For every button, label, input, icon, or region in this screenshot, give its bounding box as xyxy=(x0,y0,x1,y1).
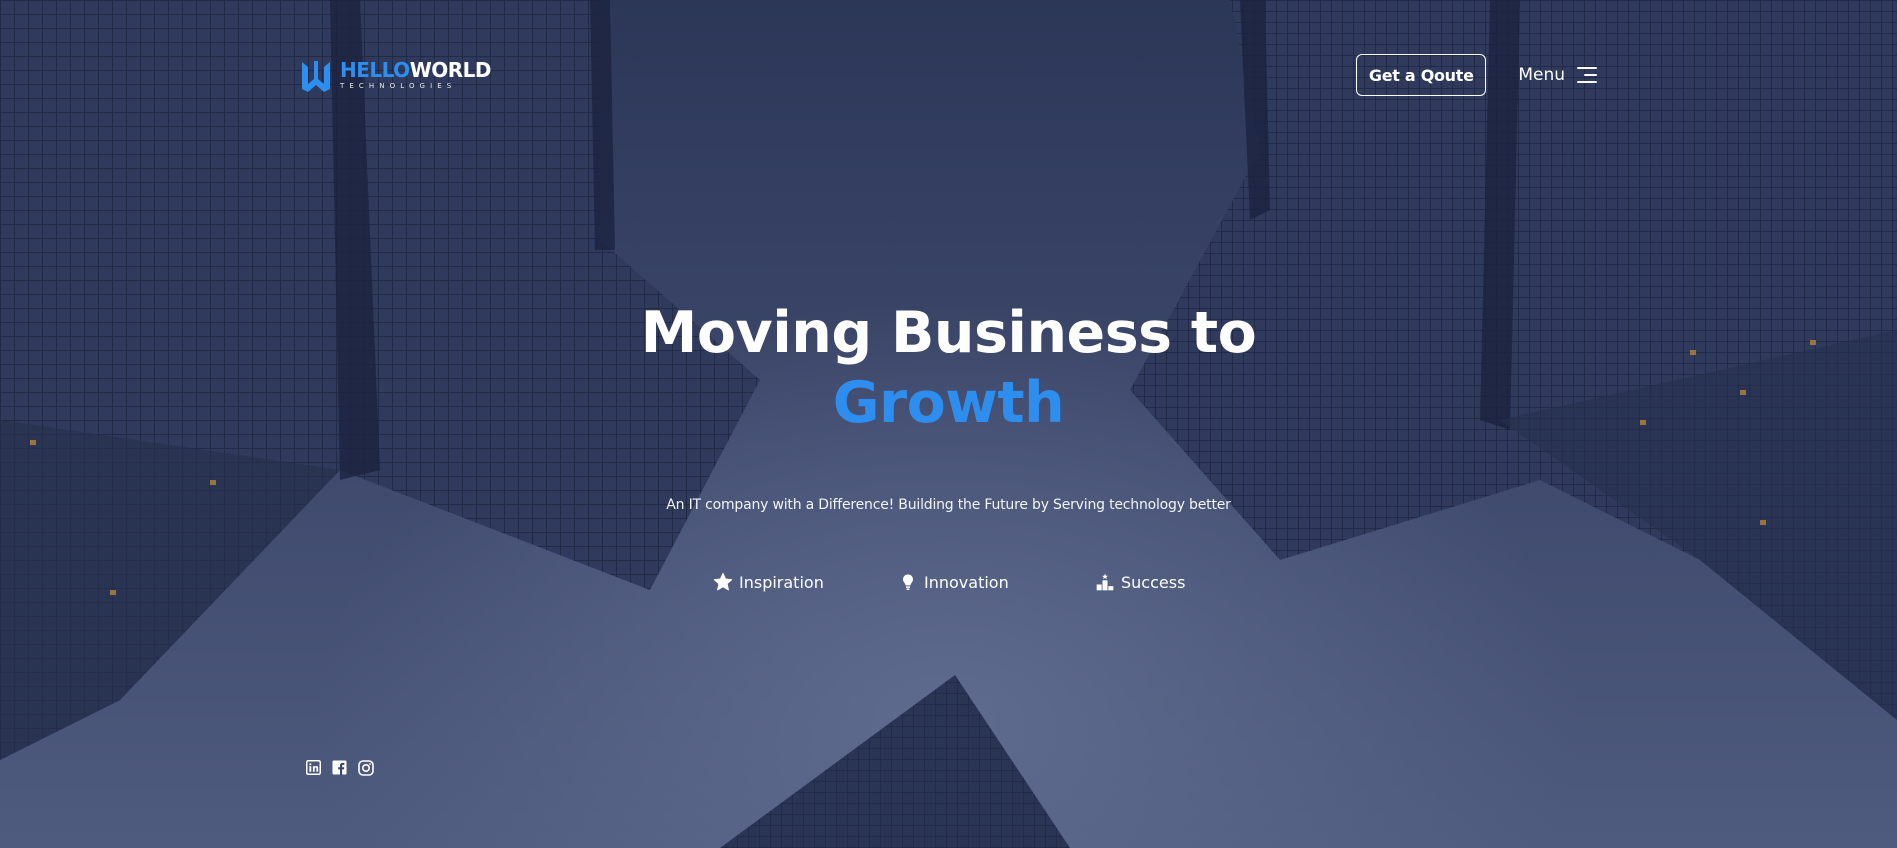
menu-label: Menu xyxy=(1518,65,1565,85)
linkedin-icon[interactable] xyxy=(306,760,322,776)
logo-text-hello: HELLO xyxy=(340,58,410,82)
hero-subtitle: An IT company with a Difference! Buildin… xyxy=(666,497,1231,513)
menu-toggle[interactable]: Menu xyxy=(1518,65,1597,85)
feature-list: Inspiration Innovation Success xyxy=(0,572,1897,596)
logo[interactable]: HELLOWORLD TECHNOLOGIES xyxy=(300,55,492,95)
site-header: HELLOWORLD TECHNOLOGIES Get a Qoute Menu xyxy=(300,52,1597,98)
feature-innovation: Innovation xyxy=(898,572,1009,592)
logo-text-world: WORLD xyxy=(409,58,492,82)
star-icon xyxy=(713,572,733,591)
feature-label: Innovation xyxy=(924,572,1009,592)
instagram-icon[interactable] xyxy=(358,760,374,776)
feature-label: Inspiration xyxy=(739,572,824,592)
facebook-icon[interactable] xyxy=(332,760,348,776)
podium-icon xyxy=(1096,573,1114,591)
hero-title-accent: Growth xyxy=(832,370,1065,436)
feature-inspiration: Inspiration xyxy=(713,572,824,592)
hero-title-line: Moving Business to xyxy=(640,300,1257,366)
hero-title: Moving Business to Growth xyxy=(0,298,1897,438)
feature-label: Success xyxy=(1121,572,1186,592)
feature-success: Success xyxy=(1095,572,1185,592)
social-links xyxy=(306,760,374,776)
logo-tagline: TECHNOLOGIES xyxy=(340,82,457,90)
logo-mark-icon xyxy=(302,61,330,92)
get-a-quote-button[interactable]: Get a Qoute xyxy=(1356,54,1487,96)
hamburger-icon xyxy=(1577,66,1597,84)
lightbulb-icon xyxy=(903,574,913,590)
